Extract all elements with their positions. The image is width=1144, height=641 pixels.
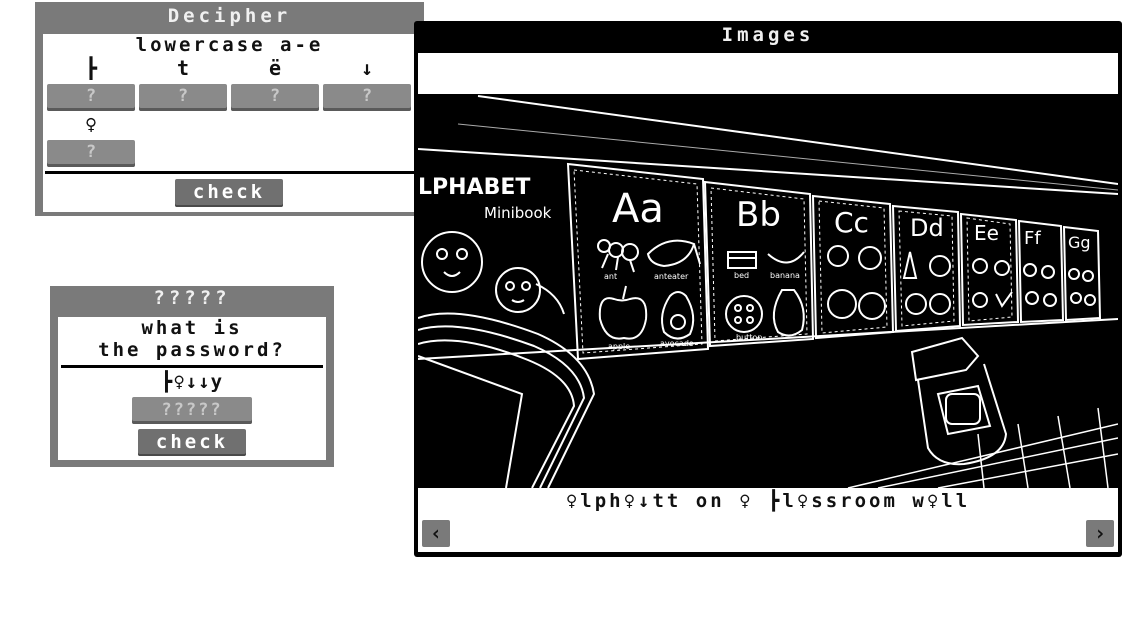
chevron-left-icon: ‹ (429, 521, 443, 545)
decipher-title: Decipher (167, 5, 292, 27)
password-cipher-text: ┣♀↓↓y (160, 371, 224, 393)
images-title: Images (721, 24, 815, 46)
password-question-line2: the password? (98, 339, 286, 361)
card-gg: Gg (1068, 233, 1091, 252)
chevron-right-icon: › (1093, 521, 1107, 545)
caption-area: ♀lph♀↓tt on ♀ ┣l♀ssroom w♀ll ‹ › (418, 488, 1118, 552)
card-ff: Ff (1024, 228, 1041, 249)
label-avocado: avocado (660, 339, 694, 348)
image-top-bar (418, 53, 1118, 94)
label-banana: banana (770, 271, 800, 280)
label-apple: apple (608, 342, 630, 351)
password-question-line1: what is (141, 317, 243, 339)
letter-slot-1[interactable]: ? (47, 84, 135, 111)
card-dd: Dd (910, 214, 944, 242)
label-anteater: anteater (654, 272, 689, 281)
password-panel-title: ????? (153, 287, 231, 309)
cipher-symbol-5: ♀ (84, 112, 98, 136)
cipher-symbol-2: t (176, 56, 190, 80)
letter-slot-3[interactable]: ? (231, 84, 319, 111)
decipher-body: lowercase a-e ┣ t ë ↓ ? ? ? ? ♀ ? check (43, 34, 424, 212)
card-bb: Bb (736, 195, 781, 235)
images-panel: Images Aa Bb Cc Dd Ee Ff Gg LPHABET Mini… (414, 21, 1122, 557)
image-caption: ♀lph♀↓tt on ♀ ┣l♀ssroom w♀ll (565, 490, 971, 512)
label-button: button (736, 333, 762, 342)
prev-image-button[interactable]: ‹ (422, 520, 450, 547)
card-aa: Aa (612, 186, 664, 232)
label-bed: bed (734, 271, 749, 280)
letter-slot-4[interactable]: ? (323, 84, 411, 111)
minibook-text: Minibook (484, 204, 552, 222)
card-ee: Ee (974, 221, 999, 245)
decipher-check-button[interactable]: check (175, 179, 283, 207)
cipher-symbol-3: ë (268, 56, 282, 80)
password-input[interactable]: ????? (132, 397, 252, 424)
password-check-button[interactable]: check (138, 429, 246, 456)
alphabet-banner-text: LPHABET (418, 175, 530, 200)
next-image-button[interactable]: › (1086, 520, 1114, 547)
classroom-photo: Aa Bb Cc Dd Ee Ff Gg LPHABET Minibook an… (418, 94, 1118, 488)
divider (45, 171, 415, 174)
letter-slot-5[interactable]: ? (47, 140, 135, 167)
card-cc: Cc (834, 206, 869, 239)
photo-edge-drawing: Aa Bb Cc Dd Ee Ff Gg LPHABET Minibook an… (418, 94, 1118, 488)
decipher-subtitle: lowercase a-e (135, 34, 324, 56)
label-ant: ant (604, 272, 617, 281)
decipher-panel: Decipher lowercase a-e ┣ t ë ↓ ? ? ? ? ♀… (35, 2, 424, 216)
password-panel: ????? what is the password? ┣♀↓↓y ????? … (50, 286, 334, 467)
cipher-symbol-4: ↓ (360, 56, 374, 80)
letter-slot-2[interactable]: ? (139, 84, 227, 111)
divider (61, 365, 323, 368)
password-body: what is the password? ┣♀↓↓y ????? check (58, 317, 326, 460)
cipher-symbol-1: ┣ (84, 56, 98, 80)
